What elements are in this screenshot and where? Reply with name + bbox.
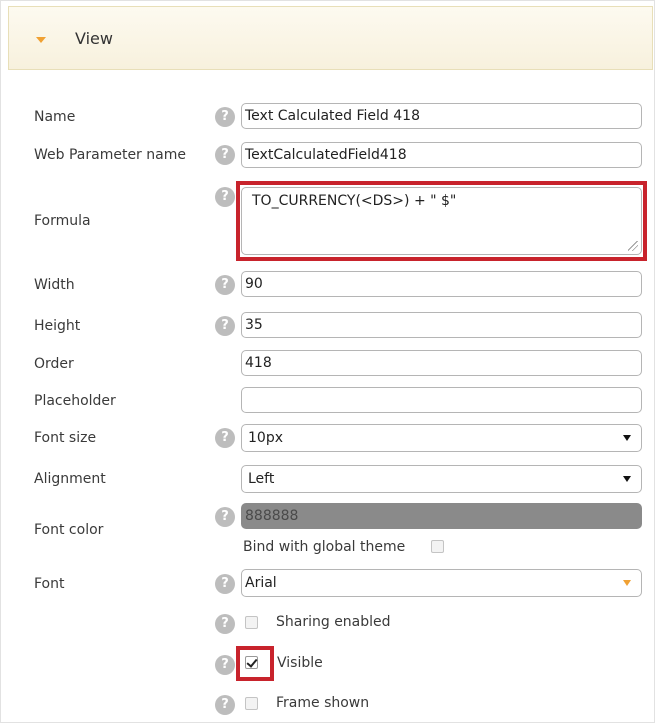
frame-shown-checkbox[interactable] (245, 697, 258, 710)
font-select[interactable]: Arial (241, 569, 642, 597)
font-color-label: Font color (34, 522, 104, 538)
help-icon[interactable]: ? (215, 187, 235, 207)
web-parameter-input[interactable]: TextCalculatedField418 (241, 142, 642, 168)
help-icon[interactable]: ? (215, 655, 235, 675)
width-input[interactable]: 90 (241, 271, 642, 297)
height-input[interactable]: 35 (241, 312, 642, 338)
formula-label: Formula (34, 213, 91, 229)
help-icon[interactable]: ? (215, 614, 235, 634)
placeholder-label: Placeholder (34, 393, 116, 409)
help-icon[interactable]: ? (215, 145, 235, 165)
alignment-value: Left (248, 471, 275, 487)
width-label: Width (34, 277, 75, 293)
order-label: Order (34, 356, 74, 372)
font-size-label: Font size (34, 430, 97, 446)
bind-global-theme-label: Bind with global theme (243, 539, 406, 555)
help-icon[interactable]: ? (215, 507, 235, 527)
font-size-value: 10px (248, 430, 283, 446)
help-icon[interactable]: ? (215, 574, 235, 594)
font-size-select[interactable]: 10px (241, 424, 642, 452)
name-label: Name (34, 109, 76, 125)
font-label: Font (34, 576, 65, 592)
caret-down-icon[interactable] (36, 37, 46, 43)
sharing-enabled-checkbox[interactable] (245, 616, 258, 629)
formula-highlight-box (236, 181, 647, 261)
help-icon[interactable]: ? (215, 695, 235, 715)
web-parameter-label: Web Parameter name (34, 147, 186, 163)
alignment-label: Alignment (34, 471, 106, 487)
bind-global-theme-checkbox[interactable] (431, 540, 444, 553)
order-input[interactable]: 418 (241, 350, 642, 376)
sharing-enabled-label: Sharing enabled (276, 614, 391, 630)
height-label: Height (34, 318, 81, 334)
alignment-select[interactable]: Left (241, 465, 642, 493)
visible-highlight-box (236, 646, 274, 681)
name-input[interactable]: Text Calculated Field 418 (241, 103, 642, 129)
dropdown-arrow-icon (623, 476, 631, 482)
help-icon[interactable]: ? (215, 275, 235, 295)
frame-shown-label: Frame shown (276, 695, 370, 711)
help-icon[interactable]: ? (215, 428, 235, 448)
view-section-header[interactable]: View (8, 6, 653, 70)
placeholder-input[interactable] (241, 387, 642, 413)
dropdown-arrow-icon (623, 435, 631, 441)
section-title: View (75, 29, 113, 48)
font-color-input[interactable]: 888888 (241, 503, 642, 529)
help-icon[interactable]: ? (215, 107, 235, 127)
visible-label: Visible (277, 655, 323, 671)
font-value: Arial (245, 575, 277, 591)
help-icon[interactable]: ? (215, 316, 235, 336)
dropdown-arrow-icon (623, 580, 631, 586)
